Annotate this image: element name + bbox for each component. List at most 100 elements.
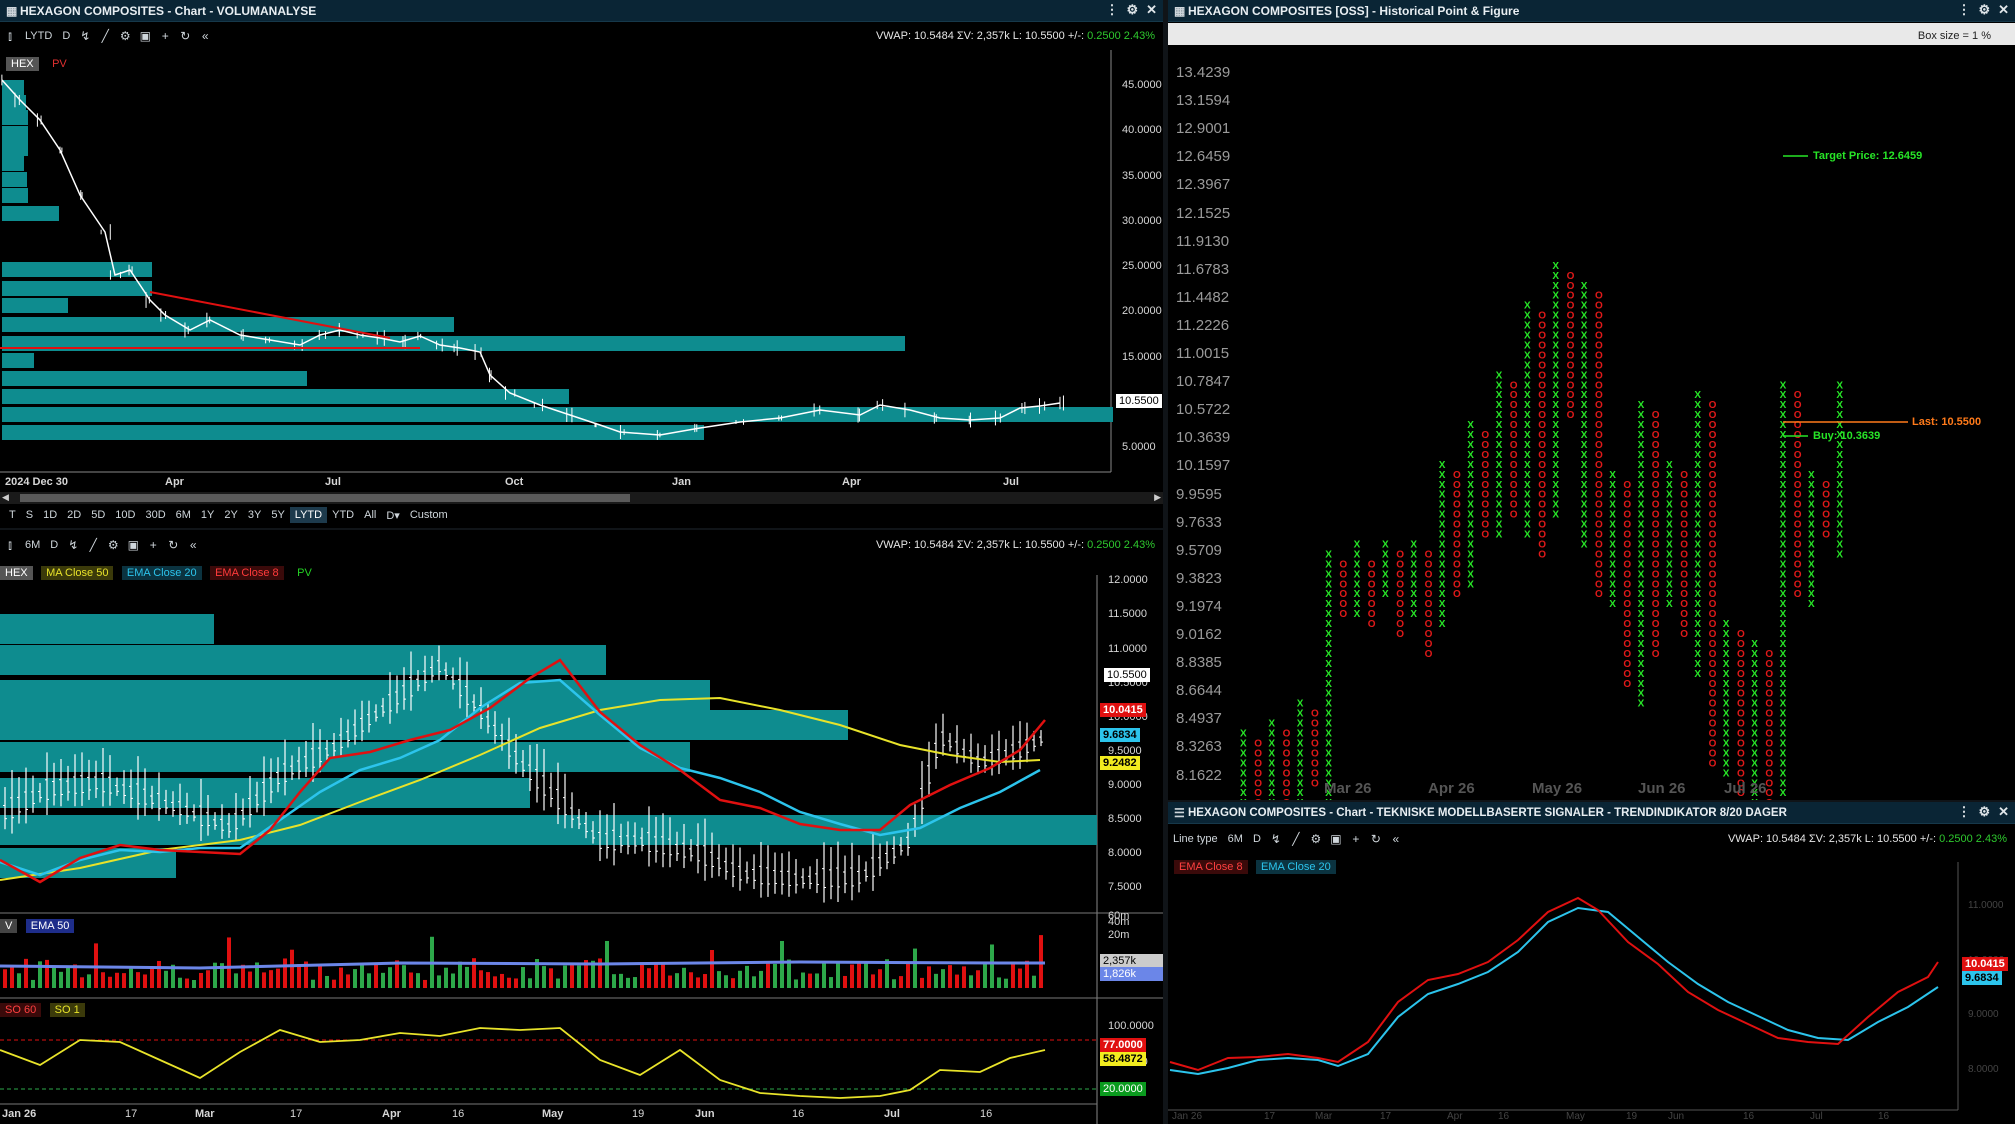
scrollbar-left-arrow[interactable]: ◀ bbox=[2, 492, 9, 503]
y-axis-label: 12.0000 bbox=[1108, 574, 1148, 586]
pnf-x-mark: X bbox=[1496, 530, 1503, 541]
volume-profile-bar bbox=[0, 614, 214, 644]
volume-bar bbox=[115, 972, 119, 988]
pnf-x-mark: X bbox=[1723, 768, 1730, 779]
volume-bar bbox=[465, 966, 469, 988]
scrollbar-right-arrow[interactable]: ▶ bbox=[1154, 492, 1161, 503]
x-axis-label: 16 bbox=[792, 1108, 805, 1120]
volume-profile-chart[interactable] bbox=[0, 0, 1163, 528]
x-axis-label: 16 bbox=[1743, 1111, 1755, 1122]
volume-bar bbox=[206, 970, 210, 988]
period-button[interactable]: 2Y bbox=[219, 507, 242, 523]
stoch-axis-100: 100.0000 bbox=[1108, 1020, 1154, 1032]
tag-ema50[interactable]: EMA 50 bbox=[25, 919, 75, 933]
volume-bar bbox=[150, 966, 154, 988]
y-axis-label: 7.5000 bbox=[1108, 881, 1142, 893]
period-button[interactable]: All bbox=[359, 507, 381, 523]
pnf-x-mark: X bbox=[1638, 699, 1645, 710]
ema20-box: 9.6834 bbox=[1962, 971, 2002, 985]
volume-bar bbox=[129, 968, 133, 988]
target-price-label: Target Price: 12.6459 bbox=[1813, 150, 1923, 162]
y-axis-label: 8.1622 bbox=[1176, 766, 1222, 784]
x-axis-label: Mar bbox=[1315, 1111, 1333, 1122]
pnf-o-mark: O bbox=[1396, 629, 1404, 640]
y-axis-label: 30.0000 bbox=[1122, 215, 1162, 227]
volume-bar bbox=[318, 965, 322, 988]
point-figure-chart[interactable]: XXXXXXXXOOOOOOOXXXXXXXXXOOOOOOOOXXXXXXXX… bbox=[1168, 0, 2015, 800]
period-button[interactable]: T bbox=[4, 507, 21, 523]
volume-bar bbox=[458, 961, 462, 988]
price-indicator-chart[interactable] bbox=[0, 530, 1163, 1124]
volume-bar bbox=[339, 967, 343, 988]
volume-bar bbox=[178, 977, 182, 988]
period-button[interactable]: 30D bbox=[140, 507, 170, 523]
tag-so60[interactable]: SO 60 bbox=[0, 1003, 42, 1017]
volume-bar bbox=[983, 964, 987, 988]
volume-bar bbox=[227, 937, 231, 988]
pnf-x-mark: X bbox=[1808, 599, 1815, 610]
volume-box: 2,357k bbox=[1100, 954, 1163, 968]
x-axis-label: Mar bbox=[195, 1108, 215, 1120]
pnf-x-mark: X bbox=[1240, 798, 1247, 800]
tag-so1[interactable]: SO 1 bbox=[49, 1003, 85, 1017]
pnf-o-mark: O bbox=[1652, 649, 1660, 660]
period-button[interactable]: D▾ bbox=[381, 507, 404, 524]
period-button[interactable]: YTD bbox=[327, 507, 359, 523]
volume-bar bbox=[346, 974, 350, 988]
period-button[interactable]: 3Y bbox=[243, 507, 266, 523]
volume-profile-bar bbox=[2, 126, 28, 141]
volume-bar bbox=[374, 964, 378, 988]
x-axis-label: 17 bbox=[290, 1108, 303, 1120]
y-axis-label: 11.0000 bbox=[1108, 643, 1147, 655]
x-axis-label: Jun bbox=[695, 1108, 715, 1120]
last-price-label: Last: 10.5500 bbox=[1912, 416, 1982, 428]
x-axis-label: Jun 26 bbox=[1638, 780, 1686, 797]
y-axis-label: 9.1974 bbox=[1176, 597, 1222, 615]
scrollbar-thumb[interactable] bbox=[20, 494, 630, 502]
y-axis-label: 12.9001 bbox=[1176, 120, 1231, 138]
volume-bar bbox=[668, 975, 672, 988]
period-button[interactable]: Custom bbox=[405, 507, 453, 523]
x-axis-label: Jul 26 bbox=[1724, 780, 1767, 797]
signal-chart[interactable] bbox=[1168, 802, 2015, 1124]
period-button[interactable]: LYTD bbox=[289, 507, 328, 523]
volume-bar bbox=[402, 965, 406, 988]
pnf-o-mark: O bbox=[1481, 530, 1489, 541]
volume-bar bbox=[773, 963, 777, 988]
y-axis-label: 13.1594 bbox=[1176, 92, 1231, 110]
pnf-o-mark: O bbox=[1254, 798, 1262, 800]
x-axis-label: Jun bbox=[1668, 1111, 1685, 1122]
signal-panel: ☰ HEXAGON COMPOSITES - Chart - TEKNISKE … bbox=[1168, 802, 2015, 1124]
x-axis-label: Apr bbox=[1447, 1111, 1463, 1122]
volume-bar bbox=[444, 967, 448, 988]
period-button[interactable]: 6M bbox=[171, 507, 196, 523]
volume-bar bbox=[962, 966, 966, 988]
period-button[interactable]: 2D bbox=[62, 507, 86, 523]
period-button[interactable]: 5D bbox=[86, 507, 110, 523]
volume-bar bbox=[24, 958, 28, 988]
stoch-so1-line bbox=[0, 1027, 1046, 1099]
volume-profile-bar bbox=[2, 141, 28, 156]
volume-bar bbox=[563, 965, 567, 988]
volume-bar bbox=[577, 965, 581, 988]
y-axis-label: 10.1597 bbox=[1176, 457, 1231, 475]
x-axis-label: Jul bbox=[884, 1108, 900, 1120]
y-axis-label: 45.0000 bbox=[1122, 79, 1162, 91]
volume-bar bbox=[45, 959, 49, 988]
period-button[interactable]: 1D bbox=[38, 507, 62, 523]
pnf-o-mark: O bbox=[1368, 619, 1376, 630]
chart-scrollbar[interactable]: ◀ ▶ bbox=[0, 492, 1163, 504]
period-button[interactable]: 10D bbox=[110, 507, 140, 523]
period-button[interactable]: S bbox=[21, 507, 38, 523]
volume-bar bbox=[836, 962, 840, 988]
period-button[interactable]: 1Y bbox=[196, 507, 219, 523]
pnf-x-mark: X bbox=[1836, 549, 1843, 560]
pnf-o-mark: O bbox=[1794, 589, 1802, 600]
period-button[interactable]: 5Y bbox=[266, 507, 289, 523]
pnf-o-mark: O bbox=[1680, 629, 1688, 640]
y-axis-label: 5.0000 bbox=[1122, 441, 1156, 453]
volume-analysis-panel: ▦ HEXAGON COMPOSITES - Chart - VOLUMANAL… bbox=[0, 0, 1163, 528]
pnf-x-mark: X bbox=[1382, 589, 1389, 600]
y-axis-label: 15.0000 bbox=[1122, 351, 1162, 363]
tag-volume[interactable]: V bbox=[0, 919, 18, 933]
